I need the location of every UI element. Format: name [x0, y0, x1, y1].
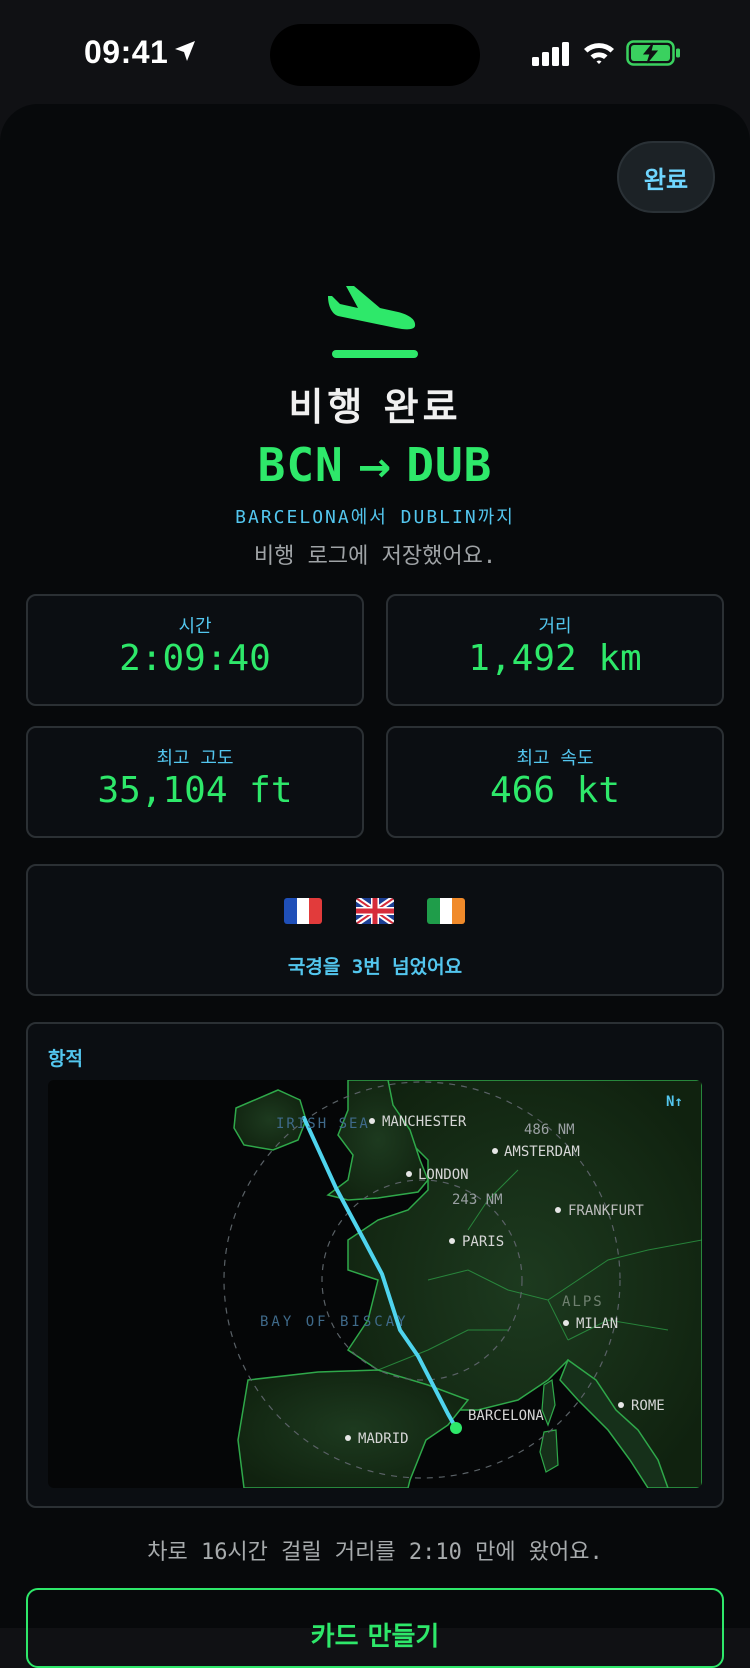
sea-label: BAY OF BISCAY — [260, 1314, 409, 1330]
city-dot — [406, 1171, 412, 1177]
stat-label: 최고 속도 — [516, 748, 594, 769]
city-label: ROME — [631, 1398, 665, 1414]
city-label: PARIS — [462, 1234, 504, 1250]
stat-card-max-speed: 최고 속도 466 kt — [386, 726, 724, 838]
cellular-signal-icon — [532, 42, 569, 66]
ireland-flag-icon — [427, 898, 465, 924]
track-label: 항적 — [48, 1048, 83, 1070]
dynamic-island — [270, 24, 480, 86]
compass-north-icon: N↑ — [666, 1094, 683, 1110]
done-button[interactable]: 완료 — [617, 141, 715, 213]
land-corsica — [541, 1378, 556, 1427]
track-card: 항적 MANCHESTER AMSTERDAM LONDON FRANKFURT… — [26, 1022, 724, 1508]
city-label: MADRID — [358, 1431, 409, 1447]
origin-marker — [450, 1422, 462, 1434]
make-card-button[interactable]: 카드 만들기 — [26, 1588, 724, 1668]
route-description: BARCELONA에서 DUBLIN까지 — [235, 507, 515, 528]
stat-value: 466 kt — [489, 770, 621, 811]
map-canvas: MANCHESTER AMSTERDAM LONDON FRANKFURT PA… — [223, 1080, 702, 1488]
route-codes: BCN → DUB — [0, 438, 750, 492]
stat-card-distance: 거리 1,492 km — [386, 594, 724, 706]
stat-value: 2:09:40 — [119, 638, 271, 679]
city-label: FRANKFURT — [568, 1203, 644, 1219]
city-dot — [618, 1402, 624, 1408]
city-label: BARCELONA — [468, 1408, 544, 1424]
flight-complete-title: 비행 완료 — [288, 385, 462, 429]
origin-code: BCN — [257, 438, 344, 492]
city-dot — [555, 1207, 561, 1213]
borders-crossed-text: 국경을 3번 넘었어요 — [287, 956, 463, 978]
battery-charging-icon — [626, 40, 680, 66]
stat-label: 시간 — [178, 616, 212, 637]
city-label: MILAN — [576, 1316, 618, 1332]
stat-label: 최고 고도 — [156, 748, 234, 769]
status-bar: 09:41 — [0, 0, 750, 100]
sea-label: IRISH SEA — [276, 1116, 370, 1132]
range-label: 243 NM — [452, 1192, 503, 1208]
borders-crossed-card: 국경을 3번 넘었어요 — [26, 864, 724, 996]
city-label: AMSTERDAM — [504, 1144, 580, 1160]
city-dot — [492, 1148, 498, 1154]
stat-card-time: 시간 2:09:40 — [26, 594, 364, 706]
make-card-label: 카드 만들기 — [310, 1622, 440, 1652]
stat-label: 거리 — [538, 616, 572, 637]
city-dot — [369, 1118, 375, 1124]
stat-value: 35,104 ft — [97, 770, 293, 811]
route-map[interactable]: MANCHESTER AMSTERDAM LONDON FRANKFURT PA… — [48, 1080, 702, 1488]
uk-flag-icon — [356, 898, 394, 924]
saved-message: 비행 로그에 저장했어요. — [253, 544, 497, 569]
stat-value: 1,492 km — [468, 638, 642, 679]
location-arrow-icon — [175, 41, 195, 61]
comparison-note: 차로 16시간 걸릴 거리를 2:10 만에 왔어요. — [147, 1540, 603, 1565]
region-label: ALPS — [562, 1294, 604, 1310]
city-dot — [563, 1320, 569, 1326]
city-label: LONDON — [418, 1167, 469, 1183]
wifi-icon — [584, 43, 614, 64]
stat-card-max-altitude: 최고 고도 35,104 ft — [26, 726, 364, 838]
airplane-landing-icon — [328, 286, 418, 358]
arrow-right-icon: → — [357, 445, 393, 491]
destination-code: DUB — [406, 438, 493, 492]
city-label: MANCHESTER — [382, 1114, 467, 1130]
city-dot — [345, 1435, 351, 1441]
france-flag-icon — [284, 898, 322, 924]
status-time: 09:41 — [84, 34, 169, 70]
city-dot — [449, 1238, 455, 1244]
range-label: 486 NM — [524, 1122, 575, 1138]
